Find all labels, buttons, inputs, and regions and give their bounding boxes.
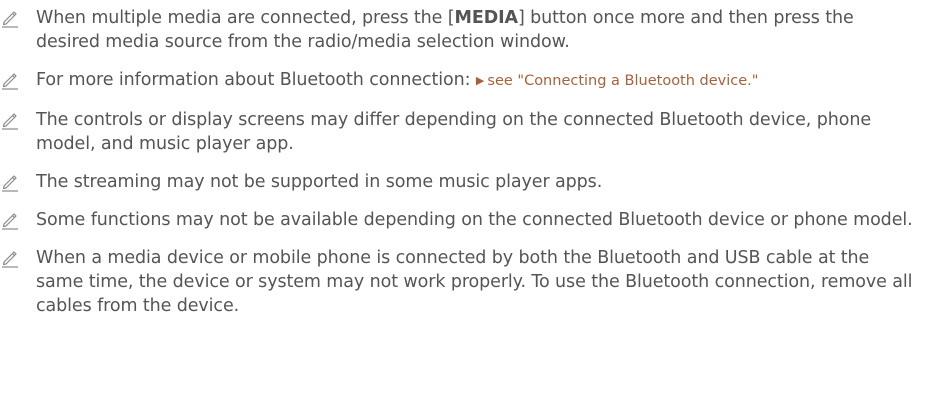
note-text: Some functions may not be available depe… [36,210,913,230]
note-text: For more information about Bluetooth con… [36,70,471,90]
notes-list: When multiple media are connected, press… [0,0,926,318]
note-item: When a media device or mobile phone is c… [0,246,926,318]
pencil-note-icon [0,110,20,130]
pencil-note-icon [0,248,20,268]
note-item: The controls or display screens may diff… [0,108,926,156]
note-item: The streaming may not be supported in so… [0,170,926,194]
note-text: The streaming may not be supported in so… [36,172,603,192]
triangle-right-icon: ▶ [475,74,485,87]
note-item: For more information about Bluetooth con… [0,68,926,94]
pencil-note-icon [0,210,20,230]
media-button-label: MEDIA [454,8,519,28]
cross-reference-link[interactable]: ▶ see "Connecting a Bluetooth device." [476,73,759,89]
note-text: When multiple media are connected, press… [36,8,455,28]
pencil-note-icon [0,172,20,192]
note-text: The controls or display screens may diff… [36,110,871,154]
pencil-note-icon [0,70,20,90]
note-item: Some functions may not be available depe… [0,208,926,232]
note-text: When a media device or mobile phone is c… [36,248,913,316]
note-item: When multiple media are connected, press… [0,6,926,54]
cross-reference-text: see "Connecting a Bluetooth device." [487,73,759,89]
pencil-note-icon [0,8,20,28]
